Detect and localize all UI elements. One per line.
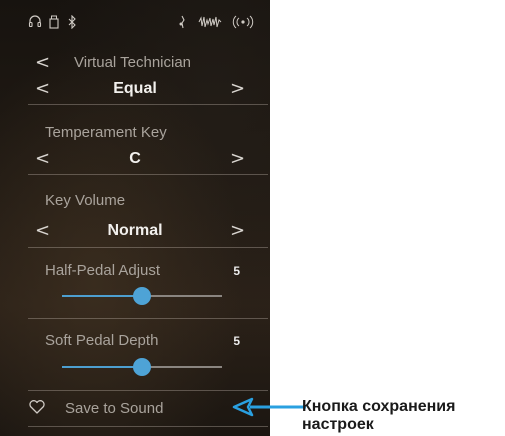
wireless-icon bbox=[232, 14, 254, 33]
slider-thumb[interactable] bbox=[133, 287, 151, 305]
divider bbox=[28, 426, 268, 427]
slider-fill bbox=[62, 295, 142, 297]
usb-icon bbox=[48, 14, 60, 33]
divider bbox=[28, 318, 268, 319]
page-title: Virtual Technician bbox=[74, 54, 192, 71]
slider-rest bbox=[142, 295, 222, 297]
slider-fill bbox=[62, 366, 142, 368]
save-to-sound-label: Save to Sound bbox=[65, 400, 164, 417]
microphone-icon bbox=[177, 14, 187, 33]
half-pedal-value: 5 bbox=[233, 264, 240, 278]
callout-text: Кнопка сохранения настроек bbox=[302, 398, 456, 433]
temperament-key-next-button[interactable]: > bbox=[230, 148, 245, 169]
half-pedal-label: Half-Pedal Adjust bbox=[45, 262, 161, 279]
headphones-icon bbox=[28, 14, 42, 32]
key-volume-label: Key Volume bbox=[45, 192, 126, 209]
divider bbox=[28, 104, 268, 105]
waveform-icon bbox=[198, 14, 222, 33]
soft-pedal-value: 5 bbox=[233, 334, 240, 348]
callout-arrow-icon bbox=[232, 397, 306, 417]
temperament-next-button[interactable]: > bbox=[230, 78, 245, 99]
heart-icon bbox=[28, 399, 46, 420]
divider bbox=[28, 174, 268, 175]
half-pedal-slider[interactable] bbox=[62, 287, 222, 305]
slider-rest bbox=[142, 366, 222, 368]
key-volume-next-button[interactable]: > bbox=[230, 220, 245, 241]
temperament-key-label: Temperament Key bbox=[45, 124, 167, 141]
status-bar bbox=[0, 14, 270, 34]
divider bbox=[28, 390, 268, 391]
piano-screen: < Virtual Technician < Equal > Temperame… bbox=[0, 0, 270, 436]
soft-pedal-slider[interactable] bbox=[62, 358, 222, 376]
soft-pedal-label: Soft Pedal Depth bbox=[45, 332, 159, 349]
slider-thumb[interactable] bbox=[133, 358, 151, 376]
bluetooth-icon bbox=[67, 14, 77, 33]
back-icon[interactable]: < bbox=[35, 52, 50, 73]
divider bbox=[28, 247, 268, 248]
